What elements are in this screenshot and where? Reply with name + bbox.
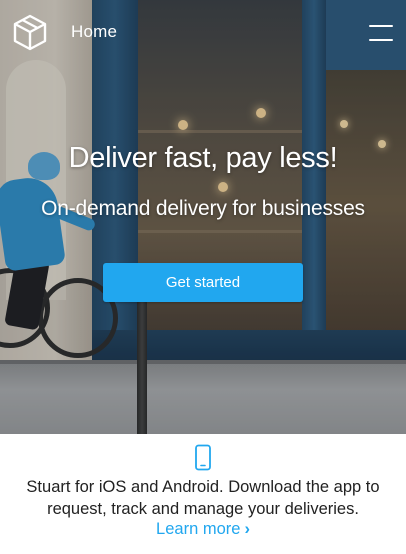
hamburger-menu-icon[interactable] [369, 25, 393, 41]
app-promo-section: Stuart for iOS and Android. Download the… [0, 434, 406, 554]
hero-subheadline: On-demand delivery for businesses [41, 197, 365, 220]
hero-headline: Deliver fast, pay less! [68, 142, 338, 174]
box-logo-icon[interactable] [12, 14, 48, 52]
smartphone-icon [194, 444, 212, 472]
learn-more-link[interactable]: Learn more › [0, 520, 406, 539]
chevron-right-icon: › [244, 520, 250, 538]
learn-more-label: Learn more [156, 520, 241, 538]
app-promo-text: Stuart for iOS and Android. Download the… [26, 478, 380, 518]
get-started-button[interactable]: Get started [103, 263, 303, 302]
hero-section: Home Deliver fast, pay less! On-demand d… [0, 0, 406, 434]
nav-home-link[interactable]: Home [71, 22, 117, 42]
